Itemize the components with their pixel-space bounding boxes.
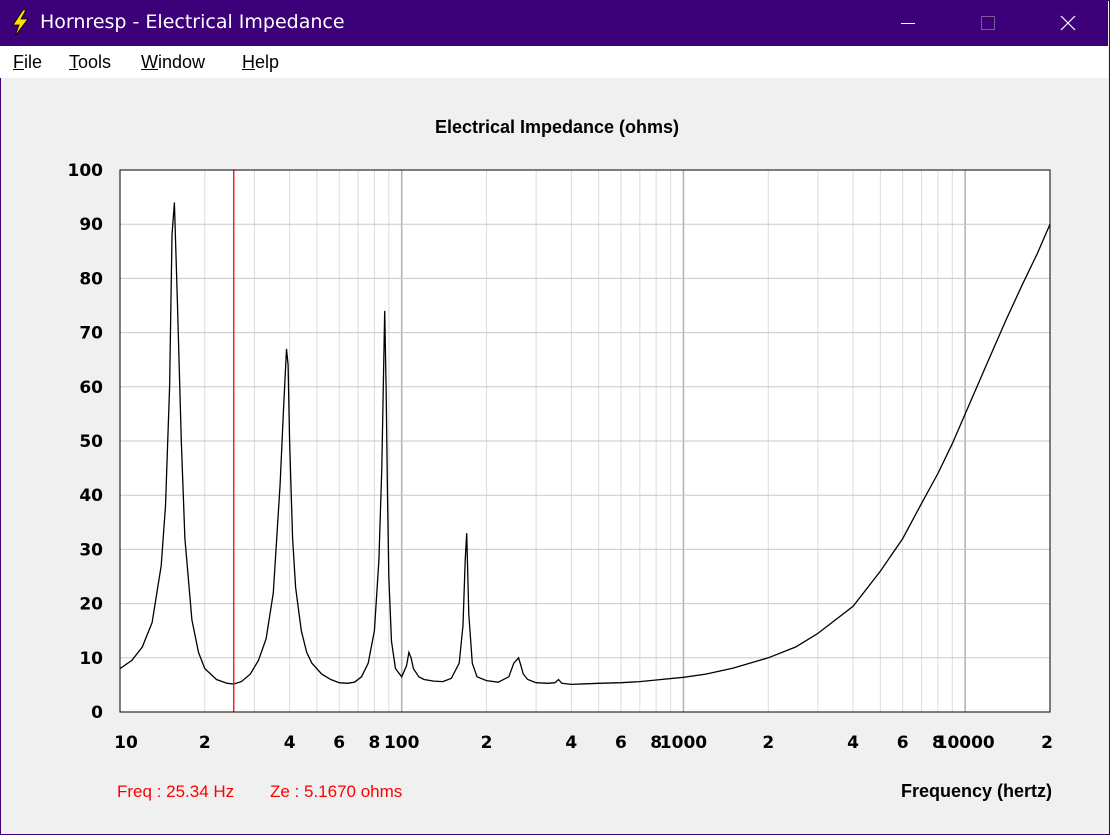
y-axis-ticks: 0 10 20 30 40 50 60 70 80 90 100 xyxy=(68,161,104,723)
y-tick-label: 40 xyxy=(79,486,103,506)
y-tick-label: 70 xyxy=(79,324,103,344)
x-tick-label: 2 xyxy=(481,733,493,753)
x-tick-label: 6 xyxy=(897,733,909,753)
y-tick-label: 30 xyxy=(79,540,103,560)
title-bar[interactable]: Hornresp - Electrical Impedance xyxy=(0,0,1108,46)
y-tick-label: 50 xyxy=(79,432,103,452)
x-tick-label: 100 xyxy=(384,733,420,753)
close-icon xyxy=(1060,15,1076,31)
x-tick-label: 1000 xyxy=(660,733,707,753)
lightning-bolt-icon xyxy=(12,10,29,36)
y-tick-label: 20 xyxy=(79,595,103,615)
menu-bar: File Tools Window Help xyxy=(0,46,1108,78)
x-tick-label: 4 xyxy=(847,733,859,753)
x-tick-label: 4 xyxy=(565,733,577,753)
y-tick-label: 60 xyxy=(79,378,103,398)
x-tick-label: 4 xyxy=(284,733,296,753)
close-button[interactable] xyxy=(1043,0,1093,46)
x-tick-label: 2 xyxy=(199,733,211,753)
status-impedance: Ze : 5.1670 ohms xyxy=(270,782,402,801)
y-tick-label: 80 xyxy=(79,269,103,289)
status-frequency: Freq : 25.34 Hz xyxy=(117,782,234,801)
minimize-button[interactable] xyxy=(883,0,933,46)
y-tick-label: 0 xyxy=(91,703,103,723)
x-tick-label: 8 xyxy=(369,733,381,753)
minimize-icon xyxy=(901,23,915,24)
menu-tools[interactable]: Tools xyxy=(69,52,111,73)
maximize-button[interactable] xyxy=(963,0,1013,46)
x-tick-label: 2 xyxy=(762,733,774,753)
maximize-icon xyxy=(981,16,995,30)
x-tick-label: 2 xyxy=(1041,733,1053,753)
y-tick-label: 10 xyxy=(79,649,103,669)
x-tick-label: 10000 xyxy=(936,733,995,753)
x-tick-label: 10 xyxy=(114,733,138,753)
menu-help[interactable]: Help xyxy=(242,52,279,73)
x-axis-ticks: 10 2 4 6 8 100 2 4 6 81000 2 4 6 810000 2 xyxy=(114,733,1053,753)
menu-window[interactable]: Window xyxy=(141,52,205,73)
y-tick-label: 90 xyxy=(79,215,103,235)
x-tick-label: 6 xyxy=(615,733,627,753)
y-tick-label: 100 xyxy=(68,161,104,181)
chart-title: Electrical Impedance (ohms) xyxy=(435,117,679,137)
menu-file[interactable]: File xyxy=(13,52,42,73)
x-tick-label: 6 xyxy=(333,733,345,753)
x-axis-label: Frequency (hertz) xyxy=(901,781,1052,801)
window-title: Hornresp - Electrical Impedance xyxy=(40,11,345,33)
impedance-chart[interactable]: Electrical Impedance (ohms) 0 10 20 30 40 50 6… xyxy=(0,78,1108,833)
